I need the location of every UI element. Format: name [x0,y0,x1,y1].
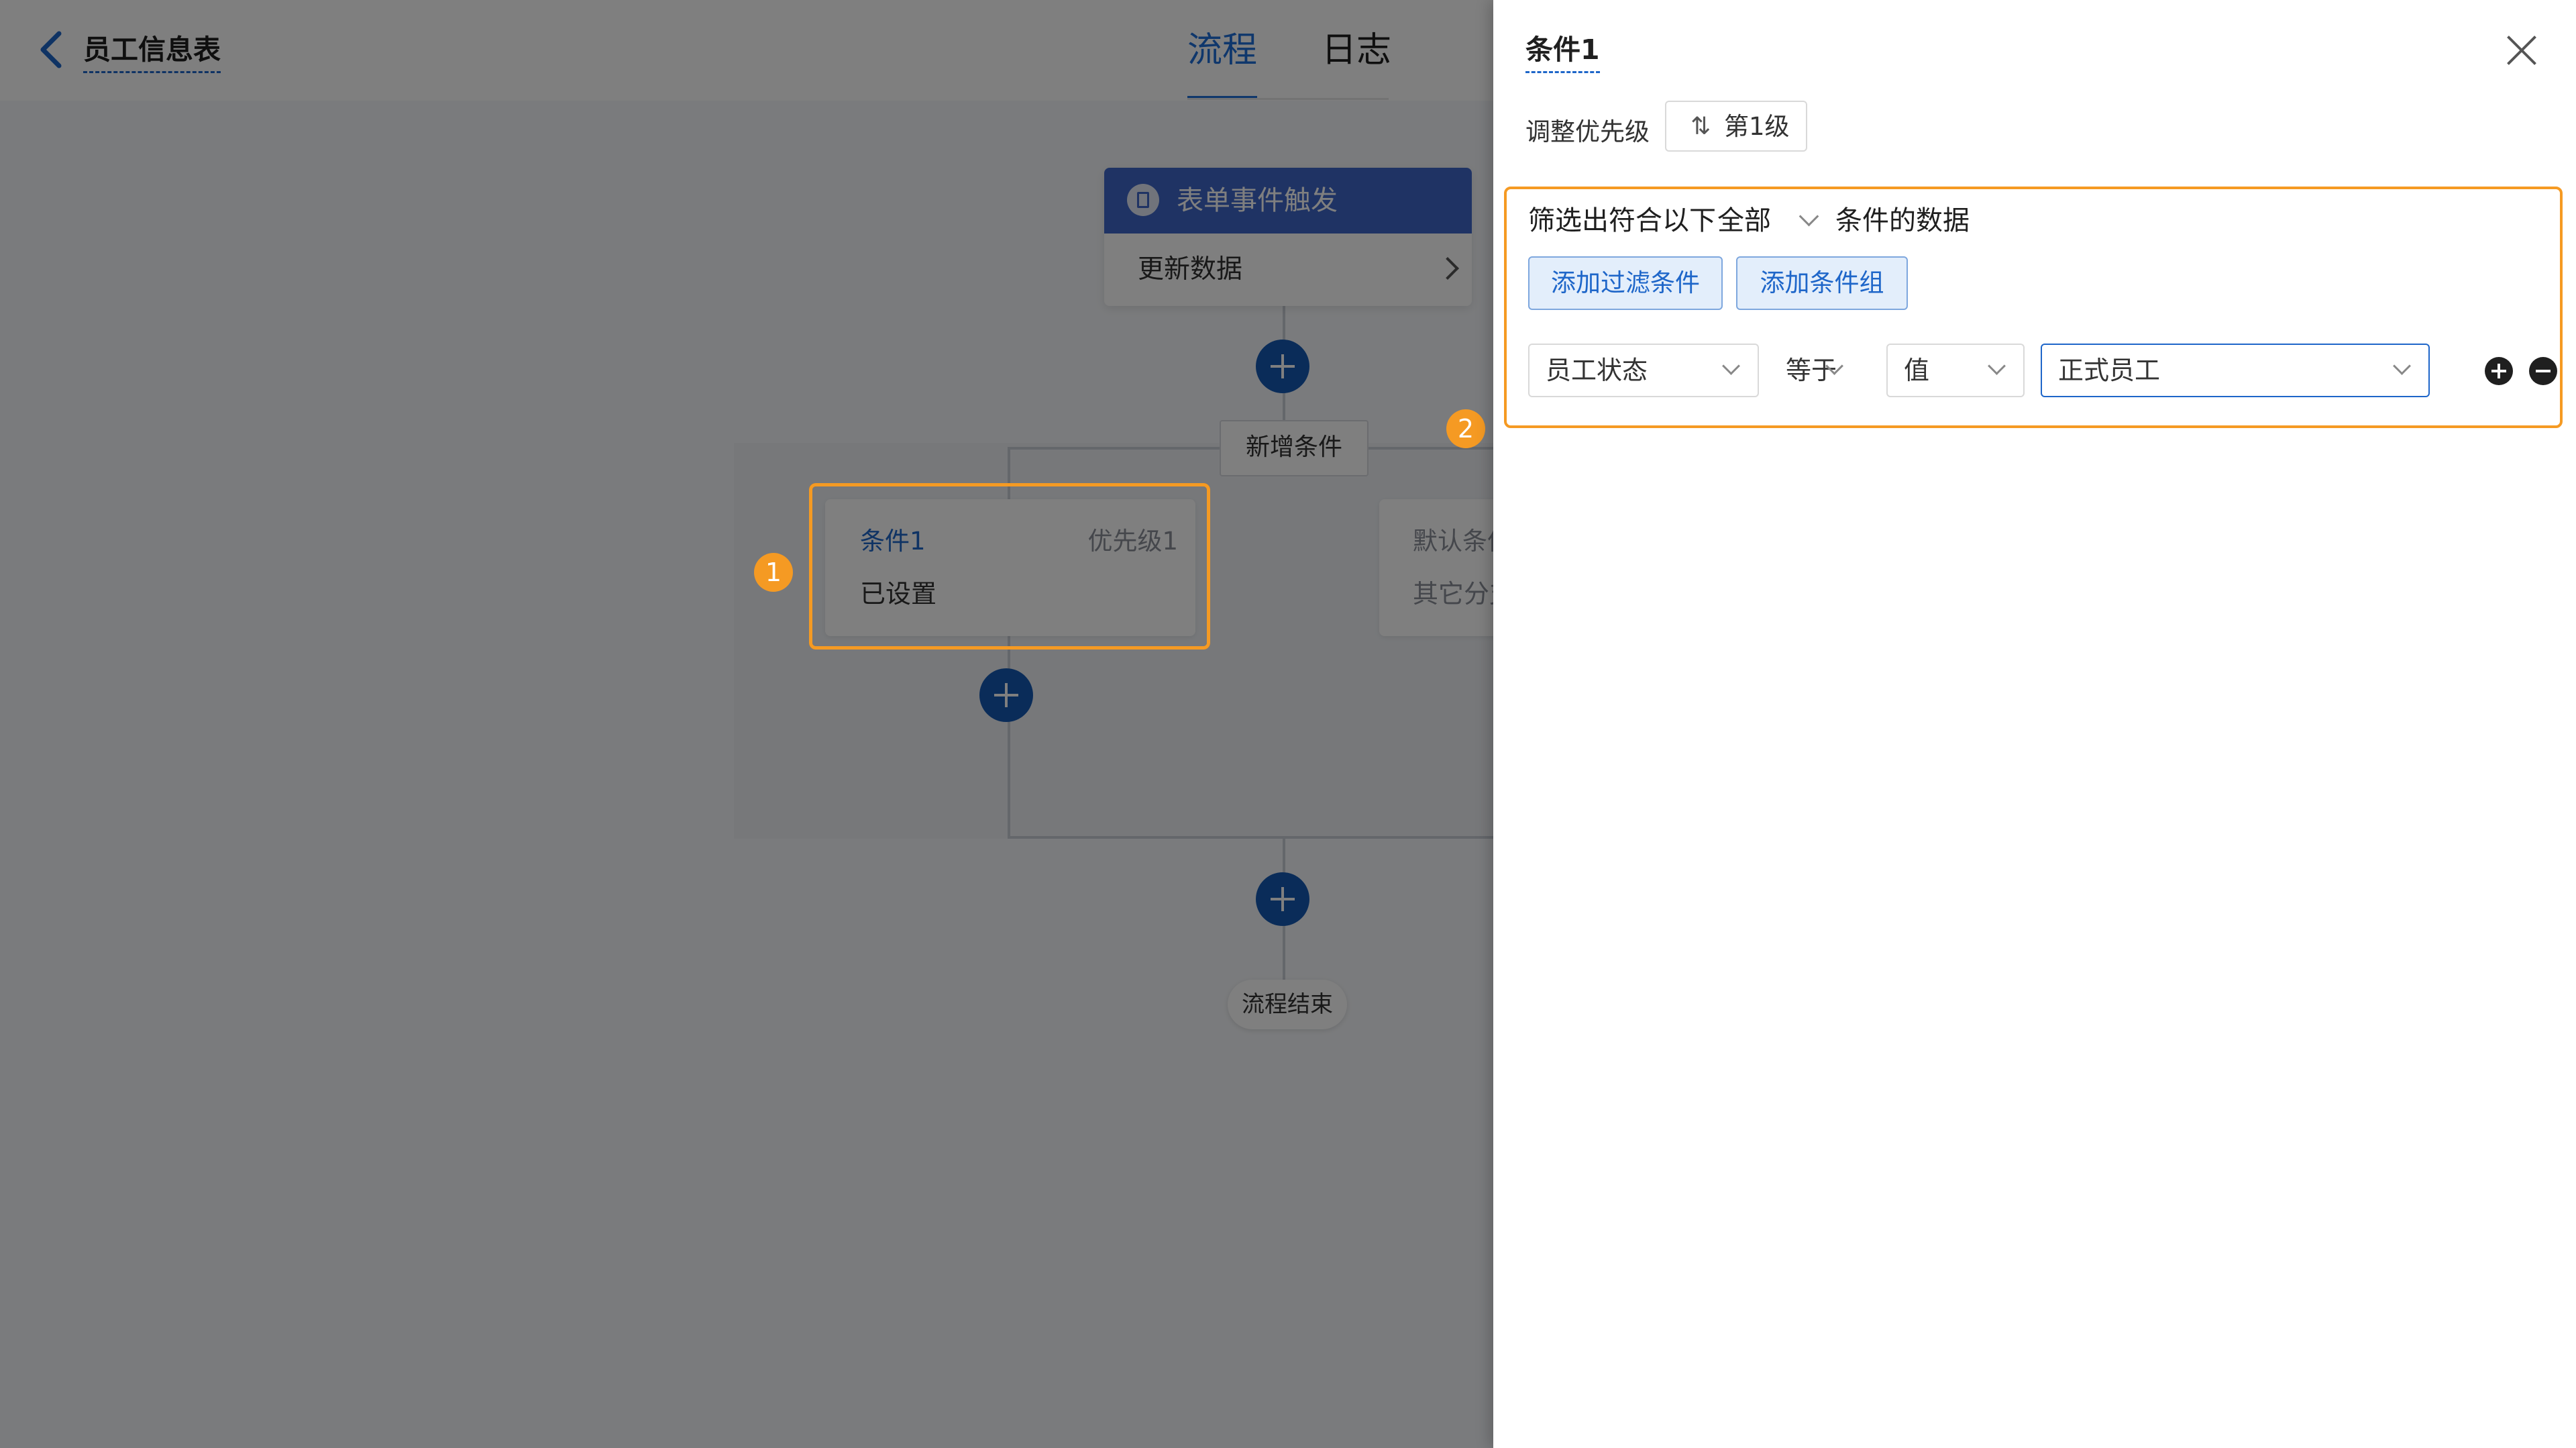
add-filter-button[interactable]: 添加过滤条件 [1528,256,1723,310]
filter-suffix: 条件的数据 [1835,205,1970,236]
condition-highlight-outline [809,483,1210,650]
value-select[interactable]: 正式员工 [2041,344,2430,397]
operator-select[interactable]: 等于 [1768,344,1862,397]
filter-box: 筛选出符合以下 全部 条件的数据 添加过滤条件 添加条件组 员工状态 等于 值 … [1504,187,2563,428]
field-select-value: 员工状态 [1546,356,1648,385]
remove-rule-icon[interactable] [2529,357,2557,385]
chevron-down-icon [1988,357,2006,375]
value-select-value: 正式员工 [2058,356,2161,385]
workflow-canvas: 员工信息表 流程 日志 表单事件触发 更新数据 新增条件 条件1 优先级1 已设… [0,0,1527,1448]
match-mode-select[interactable]: 全部 [1717,197,1771,244]
step-badge: 1 [754,553,793,592]
field-select[interactable]: 员工状态 [1528,344,1759,397]
sort-icon: ⇅ [1690,113,1711,140]
priority-label: 调整优先级 [1525,117,1650,146]
condition-panel: 条件1 调整优先级 ⇅ 第1级 筛选出符合以下 全部 条件的数据 添加过滤条件 … [1493,0,2576,1448]
step-badge: 2 [1446,409,1485,448]
value-type-value: 值 [1904,356,1930,385]
add-group-button[interactable]: 添加条件组 [1736,256,1908,310]
chevron-down-icon [2393,357,2411,375]
add-rule-icon[interactable] [2485,357,2513,385]
panel-title: 条件1 [1525,32,1600,73]
chevron-down-icon[interactable] [1799,206,1819,227]
overlay-mask[interactable] [0,0,1493,1448]
value-type-select[interactable]: 值 [1886,344,2025,397]
close-icon[interactable] [2505,34,2538,67]
filter-prefix: 筛选出符合以下 [1528,205,1716,236]
priority-button[interactable]: ⇅ 第1级 [1665,101,1807,152]
priority-value: 第1级 [1724,112,1790,141]
chevron-down-icon [1722,357,1740,375]
